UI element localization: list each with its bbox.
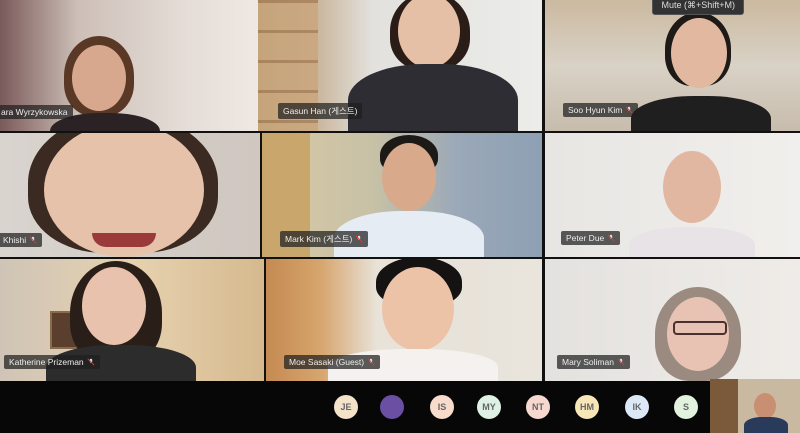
participant-avatar[interactable]: IK: [625, 395, 649, 419]
video-tile[interactable]: Soo Hyun Kim: [545, 0, 800, 131]
participant-name: Mark Kim (게스트): [280, 231, 369, 247]
video-tile[interactable]: ara Wyrzykowska: [0, 0, 260, 131]
video-tile[interactable]: Gasun Han (게스트): [258, 0, 542, 131]
mic-muted-icon: [625, 106, 633, 114]
participant-name: Mary Soliman: [557, 355, 630, 369]
self-view[interactable]: [710, 379, 800, 433]
participant-avatar-photo[interactable]: [380, 395, 404, 419]
mute-tooltip: Mute (⌘+Shift+M): [652, 0, 744, 15]
participant-name: Gasun Han (게스트): [278, 103, 363, 119]
video-tile[interactable]: Mark Kim (게스트): [262, 133, 542, 257]
video-tile[interactable]: Moe Sasaki (Guest): [266, 259, 542, 381]
participant-avatar[interactable]: MY: [477, 395, 501, 419]
mic-muted-icon: [87, 358, 95, 366]
glasses: [673, 321, 727, 335]
mic-muted-icon: [367, 358, 375, 366]
participant-name: Peter Due: [561, 231, 621, 245]
participant-name: Moe Sasaki (Guest): [284, 355, 381, 369]
participant-name: Khishi: [0, 233, 43, 247]
participant-avatar[interactable]: JE: [334, 395, 358, 419]
mic-muted-icon: [29, 236, 37, 244]
mic-muted-icon: [617, 358, 625, 366]
participant-avatar[interactable]: NT: [526, 395, 550, 419]
participant-avatar[interactable]: S: [674, 395, 698, 419]
participant-name: ara Wyrzykowska: [0, 105, 73, 119]
video-tile[interactable]: Mary Soliman: [545, 259, 800, 381]
participant-avatar[interactable]: HM: [575, 395, 599, 419]
video-tile[interactable]: Peter Due: [545, 133, 800, 257]
participant-avatar[interactable]: IS: [430, 395, 454, 419]
mic-muted-icon: [355, 235, 363, 243]
participant-name: Soo Hyun Kim: [563, 103, 639, 117]
video-tile[interactable]: Khishi: [0, 133, 260, 257]
video-grid: ara Wyrzykowska Gasun Han (게스트) Soo Hyun…: [0, 0, 800, 381]
mic-muted-icon: [607, 234, 615, 242]
smile: [92, 233, 156, 247]
video-tile[interactable]: Katherine Prizeman: [0, 259, 264, 381]
participant-name: Katherine Prizeman: [4, 355, 100, 369]
